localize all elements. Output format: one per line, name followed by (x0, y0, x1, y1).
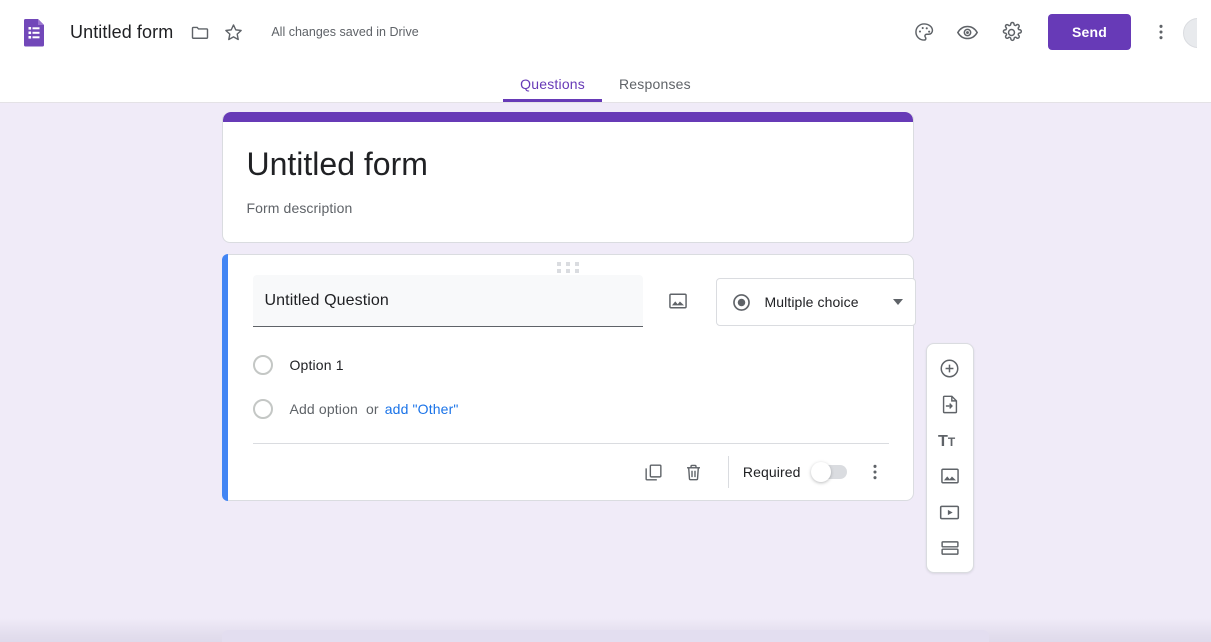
side-toolbar: T T (925, 343, 974, 573)
theme-button[interactable] (904, 12, 944, 52)
add-image-button[interactable] (930, 458, 970, 494)
svg-text:T: T (948, 435, 956, 449)
radio-filled-icon (731, 292, 752, 313)
duplicate-icon[interactable] (634, 452, 674, 492)
top-app-bar: Untitled form All changes saved in Drive (0, 0, 1211, 64)
svg-text:T: T (938, 432, 948, 450)
settings-button[interactable] (992, 12, 1032, 52)
folder-icon[interactable] (188, 20, 212, 44)
options-list: Option 1 Add option or add "Other" (223, 327, 913, 429)
question-type-select[interactable]: Multiple choice (715, 278, 916, 326)
document-title[interactable]: Untitled form (68, 20, 175, 45)
form-title-input[interactable]: Untitled form (247, 144, 889, 186)
add-title-description-button[interactable]: T T (930, 422, 970, 458)
star-outline-icon[interactable] (221, 20, 245, 44)
question-type-label: Multiple choice (764, 294, 859, 310)
tab-questions[interactable]: Questions (503, 76, 602, 102)
tab-bar: Questions Responses (0, 64, 1211, 103)
bottom-bar-strip (222, 630, 989, 642)
theme-color-stripe (222, 112, 913, 122)
avatar[interactable] (1183, 16, 1197, 48)
add-other-link[interactable]: add "Other" (385, 401, 459, 417)
add-question-button[interactable] (930, 350, 970, 386)
preview-button[interactable] (948, 12, 988, 52)
question-card[interactable]: Untitled Question Multiple choice Option… (221, 254, 916, 501)
form-header-card[interactable]: Untitled form Form description (221, 112, 914, 243)
form-canvas: Untitled form Form description Untitled … (0, 103, 1211, 642)
required-toggle[interactable] (810, 462, 847, 482)
chevron-down-icon (892, 299, 903, 305)
add-option-row[interactable]: Add option or add "Other" (252, 389, 889, 429)
add-option-label[interactable]: Add option (290, 401, 358, 417)
option-row[interactable]: Option 1 (252, 345, 889, 385)
question-title-input[interactable]: Untitled Question (252, 275, 643, 327)
footer-divider (727, 456, 729, 488)
form-description-input[interactable]: Form description (247, 200, 889, 216)
radio-empty-icon (252, 399, 273, 419)
add-video-button[interactable] (930, 494, 970, 530)
selected-indicator (221, 254, 228, 501)
send-button[interactable]: Send (1047, 14, 1131, 50)
question-footer: Required (223, 444, 913, 500)
form-header-body: Untitled form Form description (223, 122, 913, 242)
add-section-button[interactable] (930, 530, 970, 566)
tab-responses[interactable]: Responses (602, 76, 708, 102)
drag-handle[interactable] (223, 255, 913, 273)
or-separator-text: or (365, 401, 379, 417)
radio-empty-icon (252, 355, 273, 375)
forms-logo-icon[interactable] (18, 16, 50, 48)
save-status-text: All changes saved in Drive (271, 25, 419, 39)
option-label[interactable]: Option 1 (290, 357, 344, 373)
question-more-icon[interactable] (855, 452, 895, 492)
insert-image-icon[interactable] (658, 281, 698, 321)
import-questions-button[interactable] (930, 386, 970, 422)
drag-dots-icon (556, 261, 579, 273)
more-vertical-icon[interactable] (1141, 12, 1181, 52)
trash-icon[interactable] (674, 452, 714, 492)
bottom-gradient-bar (0, 618, 1211, 642)
question-top-row: Untitled Question Multiple choice (223, 271, 916, 327)
required-label: Required (742, 464, 801, 480)
